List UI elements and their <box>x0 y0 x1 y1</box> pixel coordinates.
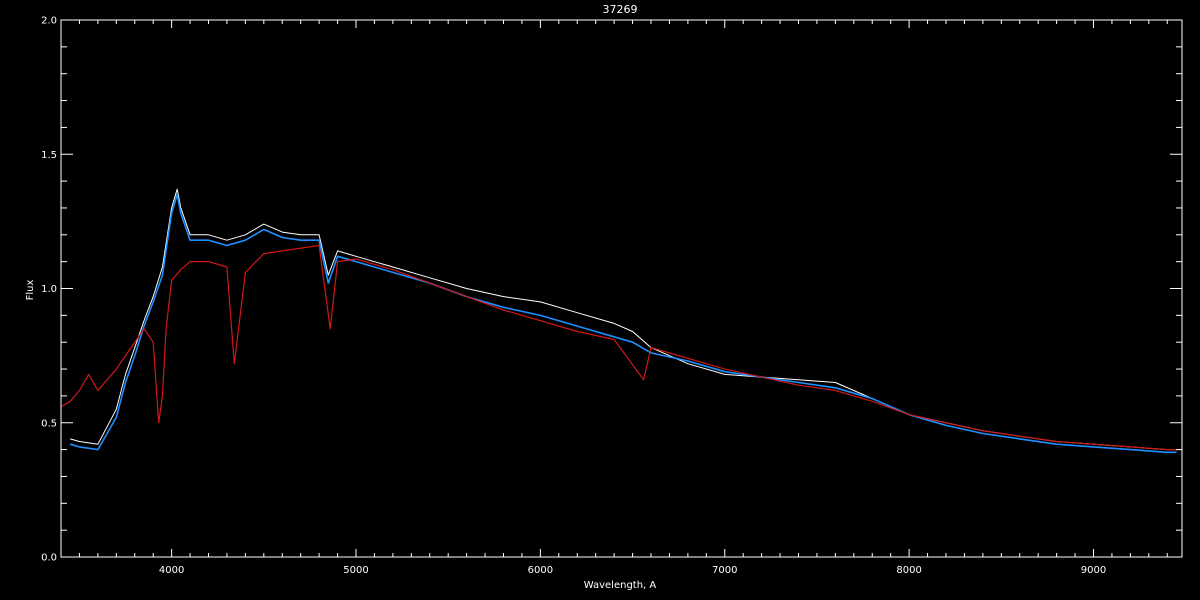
x-tick-label: 4000 <box>159 565 184 576</box>
x-tick-label: 9000 <box>1081 565 1106 576</box>
x-tick-label: 8000 <box>896 565 921 576</box>
y-axis-label: Flux <box>25 280 36 301</box>
x-tick-label: 6000 <box>528 565 553 576</box>
chart-background <box>0 0 1200 600</box>
y-tick-label: 0.5 <box>41 418 57 429</box>
spectrum-chart: 4000 5000 6000 7000 8000 90000.00.51.01.52.0 … <box>0 0 1200 600</box>
x-tick-label: 5000 <box>343 565 368 576</box>
y-tick-label: 1.0 <box>41 284 57 295</box>
x-axis-label: Wavelength, A <box>584 580 657 591</box>
y-tick-label: 2.0 <box>41 16 57 27</box>
y-tick-label: 1.5 <box>41 150 57 161</box>
x-tick-label: 7000 <box>712 565 737 576</box>
chart-title: 37269 <box>603 3 638 16</box>
y-tick-label: 0.0 <box>41 553 57 564</box>
